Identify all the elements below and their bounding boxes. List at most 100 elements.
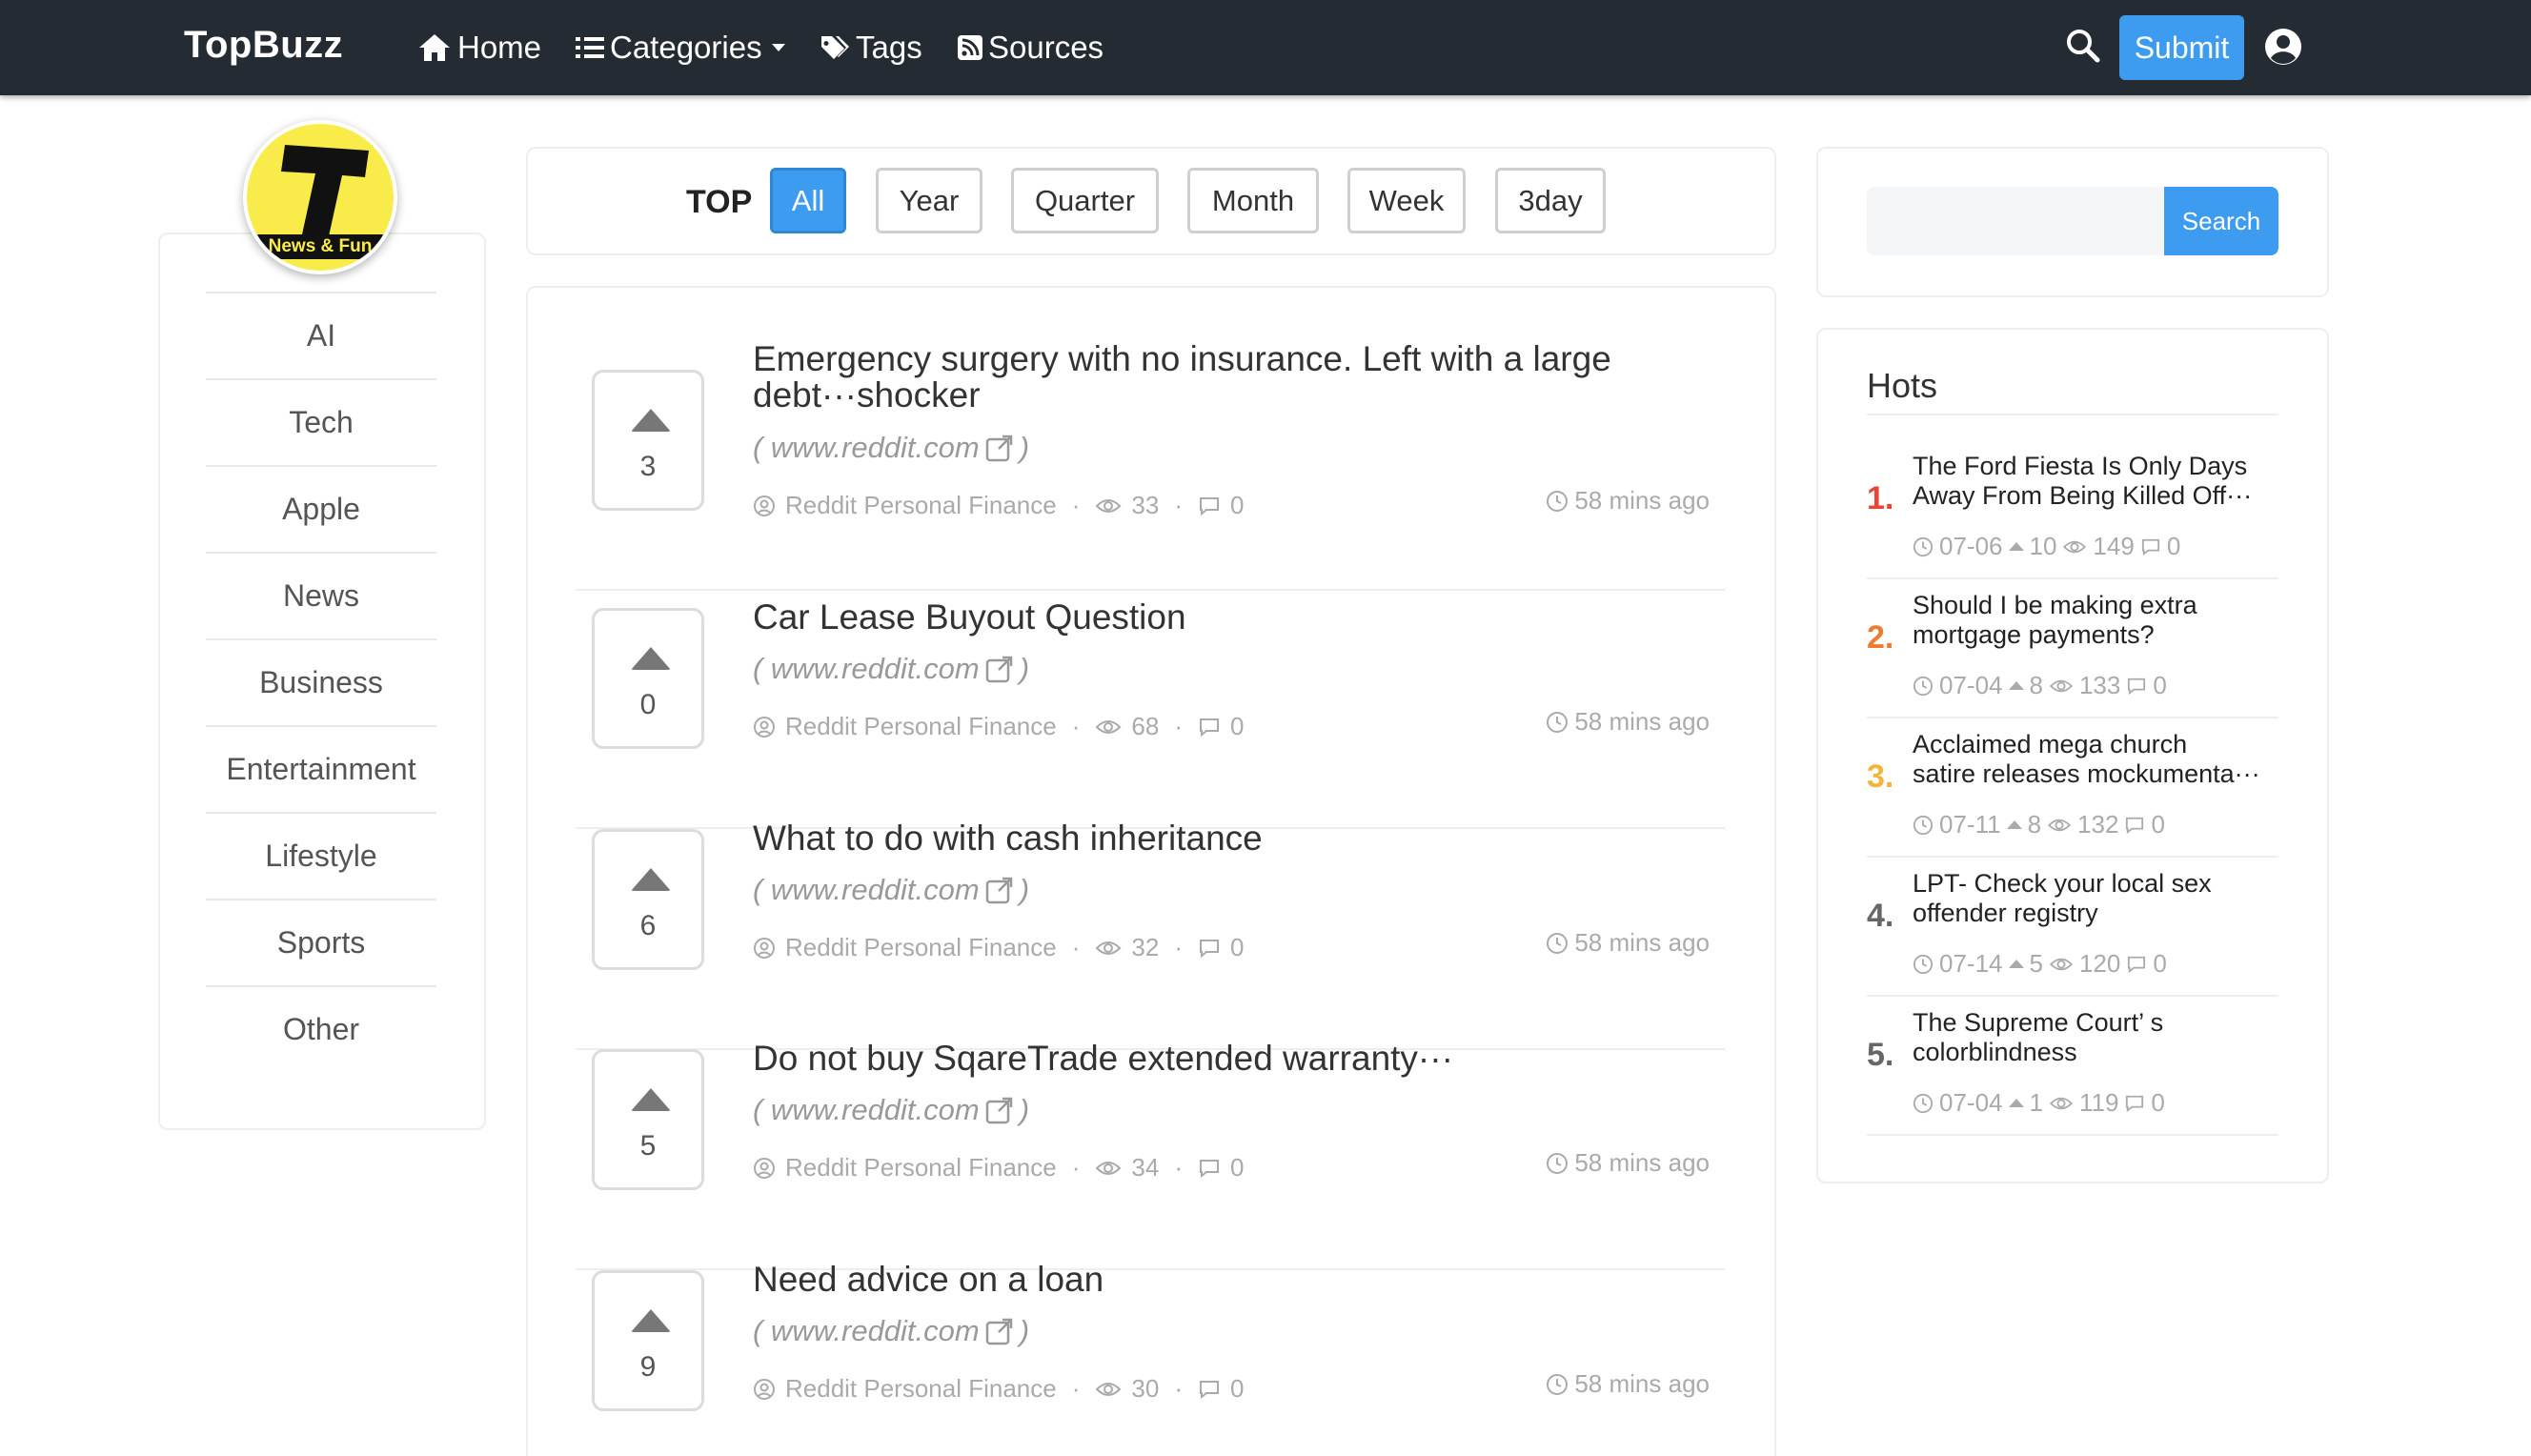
user-avatar-icon[interactable] bbox=[2264, 28, 2302, 66]
post-author[interactable]: Reddit Personal Finance bbox=[785, 933, 1057, 962]
search-button[interactable]: Search bbox=[2164, 187, 2278, 255]
hot-views: 120 bbox=[2078, 949, 2121, 978]
search-icon[interactable] bbox=[2066, 29, 2100, 63]
filter-3day-button[interactable]: 3day bbox=[1495, 168, 1606, 233]
hot-item[interactable]: 3. Acclaimed mega church satire releases… bbox=[1867, 718, 2278, 858]
post-comments: 0 bbox=[1229, 712, 1245, 740]
hot-votes: 8 bbox=[2027, 810, 2042, 839]
user-icon bbox=[754, 495, 775, 516]
nav-sources[interactable]: Sources bbox=[958, 29, 1104, 67]
external-link-icon bbox=[985, 877, 1012, 904]
clock-icon bbox=[1547, 1152, 1569, 1174]
hot-comments: 0 bbox=[2151, 1088, 2165, 1117]
category-item-other[interactable]: Other bbox=[206, 985, 436, 1072]
upvote-arrow-icon bbox=[2008, 1099, 2024, 1107]
hot-views: 132 bbox=[2077, 810, 2119, 839]
filter-year-button[interactable]: Year bbox=[876, 168, 982, 233]
upvote-arrow-icon bbox=[2008, 960, 2024, 968]
hot-item[interactable]: 1. The Ford Fiesta Is Only Days Away Fro… bbox=[1867, 440, 2278, 579]
clock-icon bbox=[1913, 676, 1934, 696]
filter-quarter-button[interactable]: Quarter bbox=[1011, 168, 1159, 233]
site-logo[interactable]: News & Fun bbox=[243, 120, 397, 274]
post-source-link[interactable]: ( www.reddit.com ) bbox=[753, 1093, 1029, 1127]
hot-rank: 1. bbox=[1867, 480, 1894, 516]
clock-icon bbox=[1547, 490, 1569, 512]
hot-title-line: Should I be making extra bbox=[1913, 591, 2197, 619]
hot-title-line: offender registry bbox=[1913, 899, 2098, 927]
upvote-button[interactable]: 6 bbox=[592, 829, 704, 970]
post-author[interactable]: Reddit Personal Finance bbox=[785, 1153, 1057, 1183]
hot-item[interactable]: 5. The Supreme Court’ s colorblindness 0… bbox=[1867, 997, 2278, 1136]
external-link-icon bbox=[985, 1318, 1012, 1345]
post-source-link[interactable]: ( www.reddit.com ) bbox=[753, 652, 1029, 686]
post-title-link[interactable]: What to do with cash inheritance bbox=[753, 820, 1706, 857]
hot-date: 07-04 bbox=[1939, 671, 2003, 699]
upvote-arrow-icon bbox=[2008, 681, 2024, 690]
upvote-arrow-icon bbox=[2006, 820, 2022, 829]
post-author[interactable]: Reddit Personal Finance bbox=[785, 1374, 1057, 1404]
hot-title-link[interactable]: The Supreme Court’ s colorblindness bbox=[1913, 1008, 2278, 1067]
nav-home[interactable]: Home bbox=[417, 29, 541, 67]
hot-title-link[interactable]: LPT- Check your local sex offender regis… bbox=[1913, 869, 2278, 928]
post-author[interactable]: Reddit Personal Finance bbox=[785, 712, 1057, 741]
filter-week-button[interactable]: Week bbox=[1347, 168, 1466, 233]
post-time: 58 mins ago bbox=[1546, 1369, 1710, 1399]
post-source-link[interactable]: ( www.reddit.com ) bbox=[753, 873, 1029, 907]
filter-all-button[interactable]: All bbox=[770, 168, 846, 233]
post-title-link[interactable]: Car Lease Buyout Question bbox=[753, 599, 1706, 636]
post-source-domain: ( www.reddit.com bbox=[753, 1093, 980, 1126]
upvote-button[interactable]: 5 bbox=[592, 1049, 704, 1190]
vote-count: 9 bbox=[639, 1351, 657, 1383]
category-item-news[interactable]: News bbox=[206, 552, 436, 638]
brand-logo-text[interactable]: TopBuzz bbox=[184, 24, 343, 67]
hot-title-link[interactable]: Should I be making extra mortgage paymen… bbox=[1913, 591, 2278, 650]
upvote-button[interactable]: 3 bbox=[592, 370, 704, 511]
post-source-link[interactable]: ( www.reddit.com ) bbox=[753, 1314, 1029, 1348]
hots-divider bbox=[1867, 414, 2278, 415]
hot-title-link[interactable]: Acclaimed mega church satire releases mo… bbox=[1913, 730, 2278, 789]
post-source-domain: ( www.reddit.com bbox=[753, 431, 980, 464]
post-meta: Reddit Personal Finance · 34 · 0 bbox=[753, 1153, 1244, 1183]
hot-title-line: Acclaimed mega church bbox=[1913, 730, 2188, 758]
hot-title-line: The Ford Fiesta Is Only Days bbox=[1913, 452, 2248, 480]
post-source-domain: ( www.reddit.com bbox=[753, 652, 980, 685]
category-item-business[interactable]: Business bbox=[206, 638, 436, 725]
category-item-tech[interactable]: Tech bbox=[206, 378, 436, 465]
nav-tags-label: Tags bbox=[856, 30, 922, 65]
hot-title-link[interactable]: The Ford Fiesta Is Only Days Away From B… bbox=[1913, 452, 2278, 511]
post-title-link[interactable]: Need advice on a loan bbox=[753, 1262, 1706, 1298]
upvote-arrow-icon bbox=[631, 647, 671, 670]
eye-icon bbox=[1095, 940, 1122, 955]
nav-categories[interactable]: Categories bbox=[576, 29, 785, 67]
post-title-link[interactable]: Emergency surgery with no insurance. Lef… bbox=[753, 341, 1706, 414]
category-item-ai[interactable]: AI bbox=[206, 292, 436, 378]
chevron-down-icon bbox=[771, 44, 785, 51]
category-item-sports[interactable]: Sports bbox=[206, 899, 436, 985]
post-author[interactable]: Reddit Personal Finance bbox=[785, 491, 1057, 520]
post-time-text: 58 mins ago bbox=[1574, 1369, 1710, 1398]
post-title-line: debt···shocker bbox=[753, 375, 981, 415]
hot-date: 07-14 bbox=[1939, 949, 2003, 978]
hot-comments: 0 bbox=[2153, 671, 2167, 699]
post-source-link[interactable]: ( www.reddit.com ) bbox=[753, 431, 1029, 465]
clock-icon bbox=[1913, 1093, 1934, 1113]
upvote-arrow-icon bbox=[631, 1309, 671, 1332]
post-title-link[interactable]: Do not buy SqareTrade extended warranty·… bbox=[753, 1041, 1706, 1077]
clock-icon bbox=[1547, 1373, 1569, 1395]
post-source-close: ) bbox=[1019, 1314, 1030, 1347]
upvote-button[interactable]: 9 bbox=[592, 1270, 704, 1411]
search-input[interactable] bbox=[1867, 187, 2166, 255]
hot-item[interactable]: 2. Should I be making extra mortgage pay… bbox=[1867, 579, 2278, 718]
upvote-button[interactable]: 0 bbox=[592, 608, 704, 749]
hot-item[interactable]: 4. LPT- Check your local sex offender re… bbox=[1867, 858, 2278, 997]
category-item-apple[interactable]: Apple bbox=[206, 465, 436, 552]
hot-title-line: Away From Being Killed Off··· bbox=[1913, 481, 2253, 510]
nav-tags[interactable]: Tags bbox=[820, 29, 922, 67]
submit-button[interactable]: Submit bbox=[2119, 15, 2244, 80]
clock-icon bbox=[1913, 536, 1934, 556]
category-item-entertainment[interactable]: Entertainment bbox=[206, 725, 436, 812]
category-item-lifestyle[interactable]: Lifestyle bbox=[206, 812, 436, 899]
filter-month-button[interactable]: Month bbox=[1187, 168, 1319, 233]
upvote-arrow-icon bbox=[631, 409, 671, 432]
eye-icon bbox=[1095, 1161, 1122, 1175]
